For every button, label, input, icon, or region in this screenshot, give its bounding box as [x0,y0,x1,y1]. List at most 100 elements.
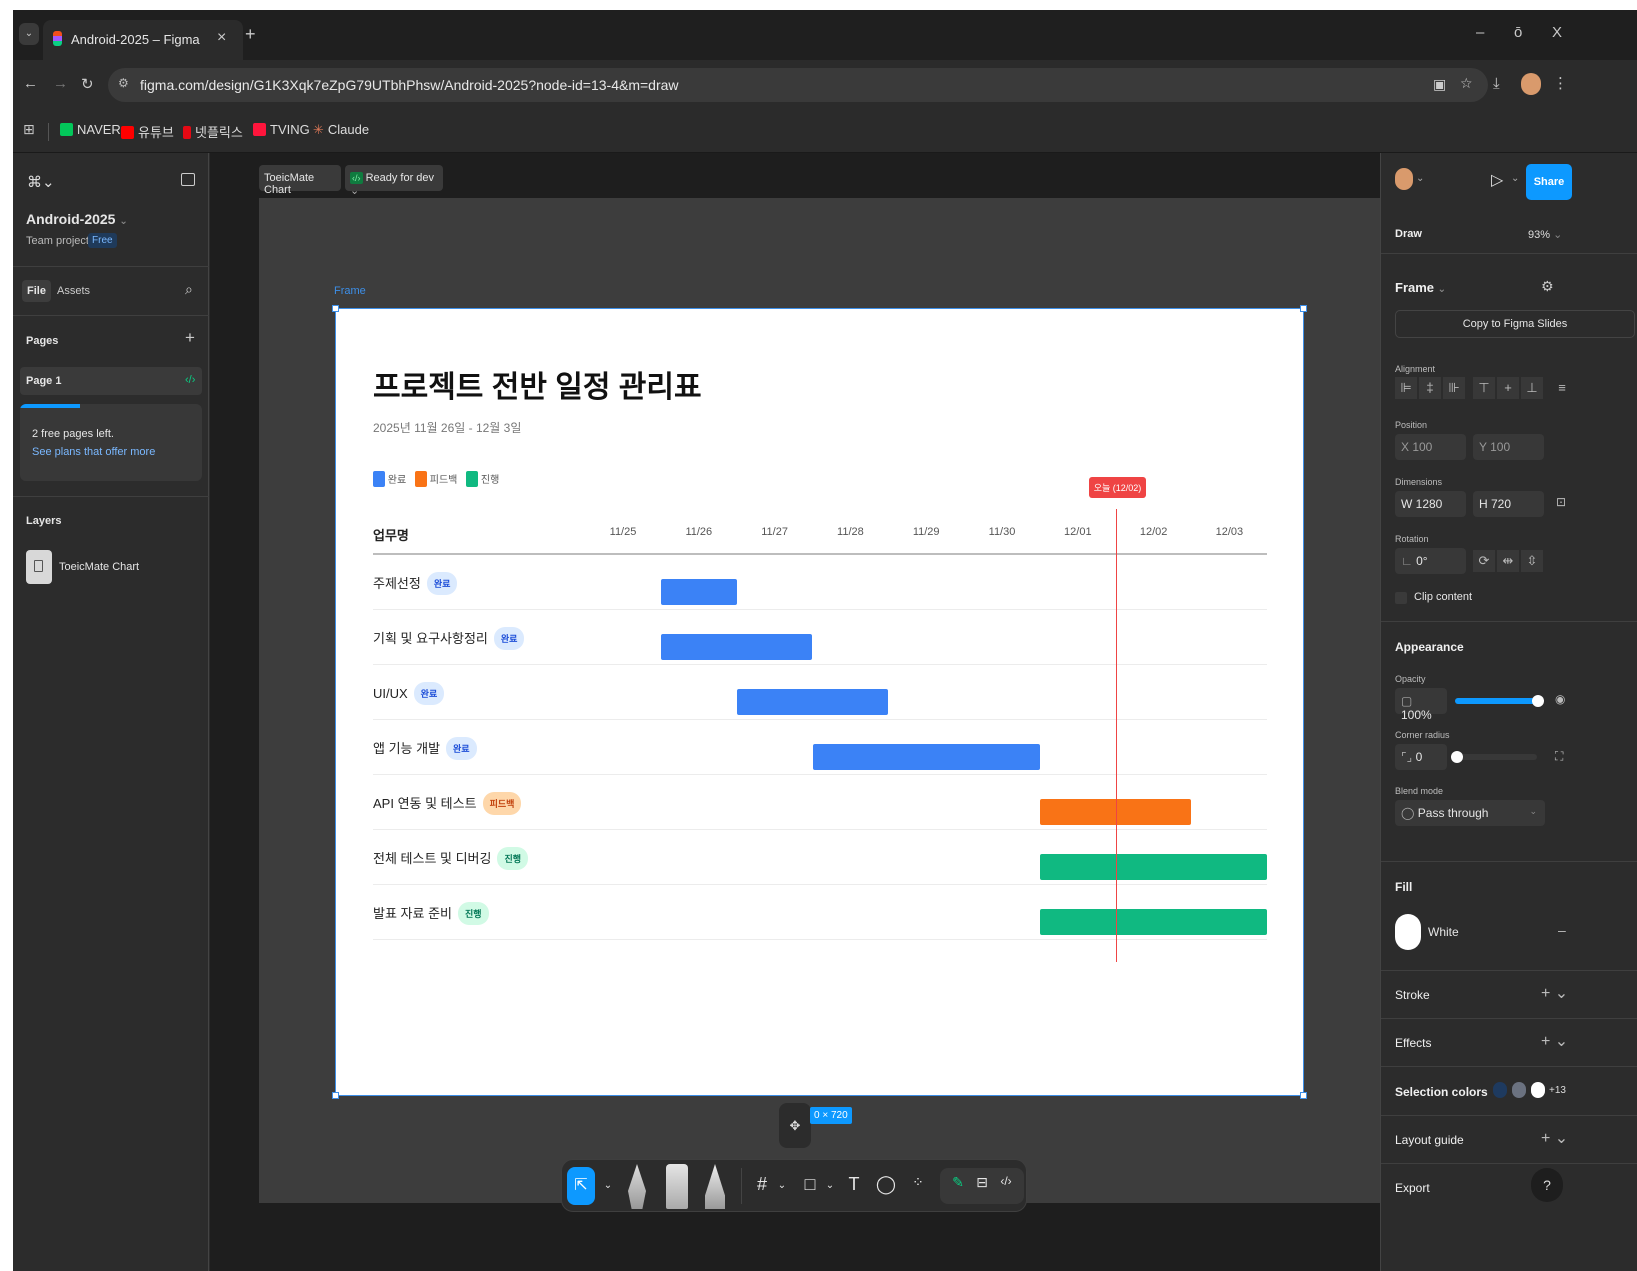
align-left-icon[interactable]: ⊫ [1395,377,1417,399]
browser-menu-icon[interactable]: ⋮ [1553,74,1568,92]
align-right-icon[interactable]: ⊪ [1443,377,1465,399]
bookmark-tving[interactable]: TVING [253,122,310,137]
chevron-down-icon[interactable]: ⌄ [818,1180,842,1191]
color-swatch[interactable] [1512,1082,1526,1098]
text-tool-icon[interactable]: T [842,1174,866,1195]
panel-toggle-icon[interactable] [181,173,195,186]
move-handle-icon[interactable]: ✥ [779,1103,811,1148]
opacity-field[interactable]: ▢ 100% [1395,688,1447,722]
height-field[interactable]: H 720 [1473,491,1544,517]
add-effect-icon[interactable]: + ⌄ [1541,1031,1568,1051]
fill-value[interactable]: White [1428,925,1459,939]
add-stroke-icon[interactable]: + ⌄ [1541,983,1568,1003]
add-layout-guide-icon[interactable]: + ⌄ [1541,1128,1568,1148]
upsell-link[interactable]: See plans that offer more [32,446,155,458]
site-info-icon[interactable]: ⚙ [118,76,129,90]
chevron-down-icon[interactable]: ⌄ [1416,173,1424,184]
share-button[interactable]: Share [1526,164,1572,200]
opacity-slider[interactable] [1455,698,1537,704]
resize-handle[interactable] [1300,1092,1307,1099]
present-icon[interactable]: ▷ [1491,170,1503,190]
frame-label[interactable]: Frame [334,285,366,297]
opacity-slider-thumb[interactable] [1532,695,1544,707]
bookmark-star-icon[interactable]: ☆ [1460,75,1473,92]
draw-mode-icon[interactable]: ✎ [946,1174,970,1191]
reload-icon[interactable]: ↻ [81,75,94,93]
settings-icon[interactable]: ⚙ [1541,278,1554,295]
selection-colors-more[interactable]: +13 [1549,1085,1566,1096]
frame-type-dropdown[interactable]: Frame ⌄ [1395,280,1446,295]
minimize-button[interactable]: – [1476,24,1484,41]
chevron-down-icon[interactable]: ⌄ [1511,173,1519,184]
user-avatar[interactable] [1395,168,1413,190]
align-center-icon[interactable]: ‡ [1419,377,1441,399]
apps-grid-icon[interactable]: ⊞ [23,121,35,138]
browser-tab[interactable]: Android-2025 – Figma × [43,20,243,60]
corner-radius-thumb[interactable] [1451,751,1463,763]
x-position-field[interactable]: X 100 [1395,434,1466,460]
rotate-icon[interactable]: ⟳ [1473,550,1495,572]
copy-to-slides-button[interactable]: Copy to Figma Slides [1395,310,1635,338]
chevron-down-icon[interactable]: ⌄ [596,1180,620,1191]
flip-horizontal-icon[interactable]: ⇹ [1497,550,1519,572]
flip-vertical-icon[interactable]: ⇳ [1521,550,1543,572]
back-icon[interactable]: ← [23,75,38,92]
chevron-down-icon[interactable]: ⌄ [770,1180,794,1191]
download-icon[interactable]: ⤓ [1493,75,1500,92]
bookmark-claude[interactable]: ✳ Claude [313,122,369,138]
move-tool-icon[interactable]: ⇱ [567,1167,595,1205]
bookmark-youtube[interactable]: 유튜브 [121,122,174,141]
resize-handle[interactable] [332,305,339,312]
resize-handle[interactable] [332,1092,339,1099]
constrain-proportions-icon[interactable]: ⊡ [1556,495,1566,509]
rotation-field[interactable]: ∟ 0° [1395,548,1466,574]
add-page-icon[interactable]: + [185,328,195,348]
actions-tool-icon[interactable]: ⁘ [906,1174,930,1191]
help-button[interactable]: ? [1531,1168,1563,1202]
align-top-icon[interactable]: ⊤ [1473,377,1495,399]
corner-radius-slider[interactable] [1455,754,1537,760]
close-window-button[interactable]: X [1552,24,1562,41]
dev-mode-icon[interactable]: ‹/› [994,1174,1018,1188]
y-position-field[interactable]: Y 100 [1473,434,1544,460]
new-tab-button[interactable]: + [245,24,256,45]
pen-tool-icon[interactable] [628,1164,646,1209]
align-bottom-icon[interactable]: ⊥ [1521,377,1543,399]
page-item-page-1[interactable]: Page 1 ‹/› [20,367,202,395]
distribute-icon[interactable]: ≡ [1551,377,1573,399]
comment-tool-icon[interactable]: ◯ [874,1174,898,1195]
color-swatch[interactable] [1493,1082,1507,1098]
resize-handle[interactable] [1300,305,1307,312]
project-name[interactable]: Android-2025 ⌄ [26,211,128,227]
page-action-icon[interactable]: ▣ [1433,76,1446,93]
tab-assets[interactable]: Assets [57,285,90,297]
clip-content-checkbox[interactable] [1395,592,1407,604]
color-swatch[interactable] [1531,1082,1545,1098]
remove-fill-icon[interactable]: – [1558,922,1566,938]
tab-close-icon[interactable]: × [217,29,226,47]
design-mode-icon[interactable]: ⊟ [970,1174,994,1191]
width-field[interactable]: W 1280 [1395,491,1466,517]
forward-icon[interactable]: → [53,75,68,92]
fill-color-swatch[interactable] [1395,914,1421,950]
pencil-tool-icon[interactable] [705,1164,725,1209]
marker-tool-icon[interactable] [666,1164,688,1209]
align-middle-icon[interactable]: + [1497,377,1519,399]
bookmark-netflix[interactable]: 넷플릭스 [183,122,243,141]
tab-file[interactable]: File [22,280,51,302]
independent-corners-icon[interactable]: ⛶ [1555,749,1563,764]
profile-avatar[interactable] [1521,73,1541,95]
restore-button[interactable]: ō [1514,24,1522,41]
url-field[interactable]: ⚙ figma.com/design/G1K3Xqk7eZpG79UTbhPhs… [108,68,1488,102]
tab-search-button[interactable]: ⌄ [19,23,39,45]
zoom-level[interactable]: 93% ⌄ [1528,228,1562,241]
layer-item-toeicmate-chart[interactable]: ToeicMate Chart [59,561,139,573]
visibility-icon[interactable]: ◉ [1555,692,1565,706]
canvas-breadcrumb[interactable]: ToeicMate Chart [259,165,341,196]
figma-menu-icon[interactable]: ⌘⌄ [27,173,55,191]
ready-for-dev-button[interactable]: ‹/› Ready for dev ⌄ [345,165,443,197]
blend-mode-select[interactable]: ◯ Pass through ⌄ [1395,800,1545,826]
search-icon[interactable]: ⌕ [185,281,193,298]
frame-toeicmate-chart[interactable]: 프로젝트 전반 일정 관리표 2025년 11월 26일 - 12월 3일 완료… [335,308,1304,1096]
bookmark-naver[interactable]: NAVER [60,122,121,137]
